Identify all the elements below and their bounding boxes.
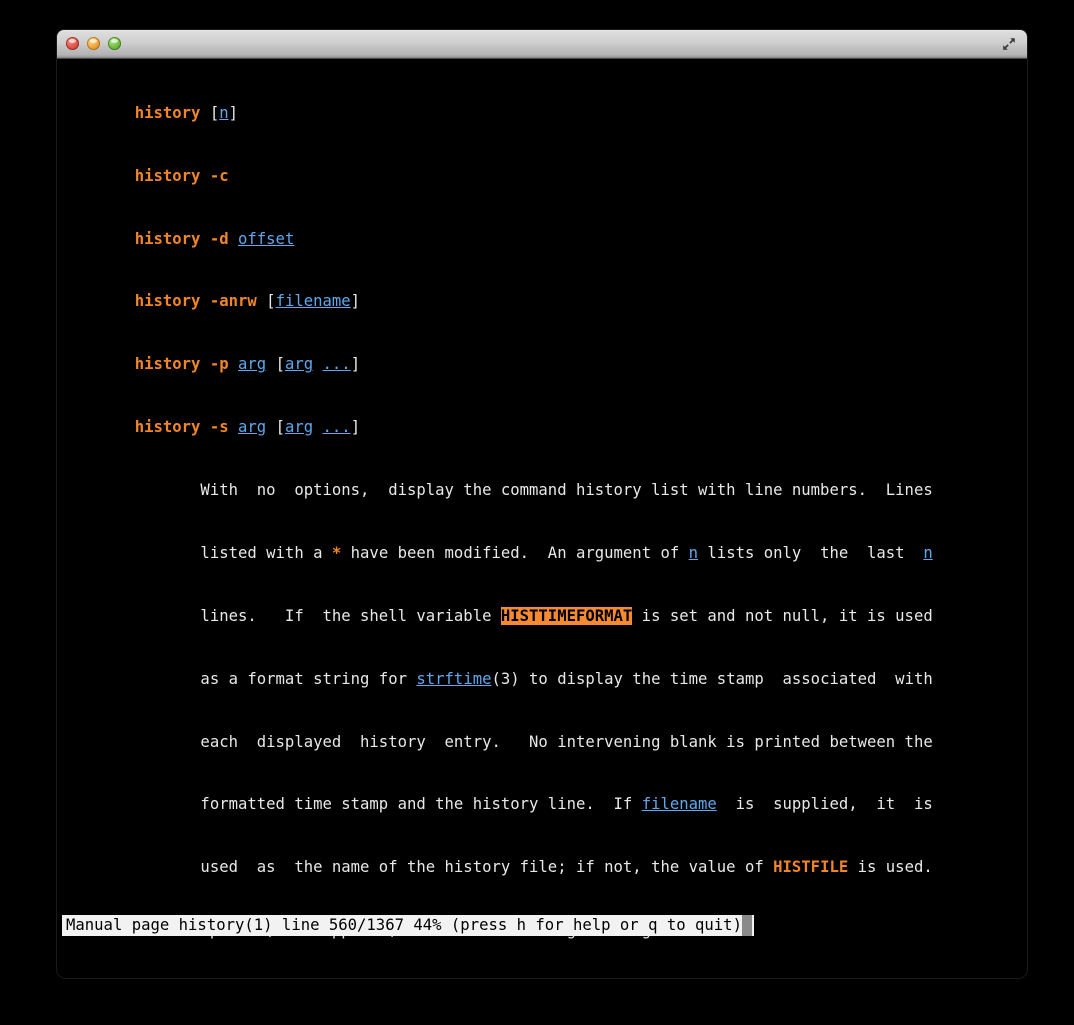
synopsis-line: history -s arg [arg ...] <box>134 418 361 437</box>
description-line: With no options, display the command his… <box>69 481 933 500</box>
man-page-content: history [n] history -c history -d offset… <box>57 61 1027 978</box>
description-line: formatted time stamp and the history lin… <box>69 795 933 814</box>
minimize-button[interactable] <box>87 37 100 50</box>
description-line: used as the name of the history file; if… <box>69 858 933 877</box>
window-titlebar[interactable] <box>57 30 1027 59</box>
zoom-button[interactable] <box>108 37 121 50</box>
description-line: as a format string for strftime(3) to di… <box>69 669 933 688</box>
close-button[interactable] <box>66 37 79 50</box>
description-line: lines. If the shell variable HISTTIMEFOR… <box>69 606 933 625</box>
synopsis-line: history -anrw [filename] <box>134 292 361 311</box>
synopsis-line: history -c <box>134 166 229 185</box>
window-controls <box>66 37 121 50</box>
description-line: listed with a * have been modified. An a… <box>69 543 933 562</box>
terminal-window[interactable]: history [n] history -c history -d offset… <box>57 30 1027 978</box>
fullscreen-icon[interactable] <box>1000 35 1018 53</box>
synopsis-line: history [n] <box>134 103 238 122</box>
synopsis-line: history -p arg [arg ...] <box>134 355 361 374</box>
description-line: each displayed history entry. No interve… <box>69 732 933 751</box>
synopsis-line: history -d offset <box>134 229 295 248</box>
text-cursor <box>741 915 752 936</box>
pager-status-text: Manual page history(1) line 560/1367 44%… <box>66 916 742 934</box>
terminal-body[interactable]: history [n] history -c history -d offset… <box>57 59 1027 978</box>
pager-status-bar[interactable]: Manual page history(1) line 560/1367 44%… <box>62 915 754 936</box>
